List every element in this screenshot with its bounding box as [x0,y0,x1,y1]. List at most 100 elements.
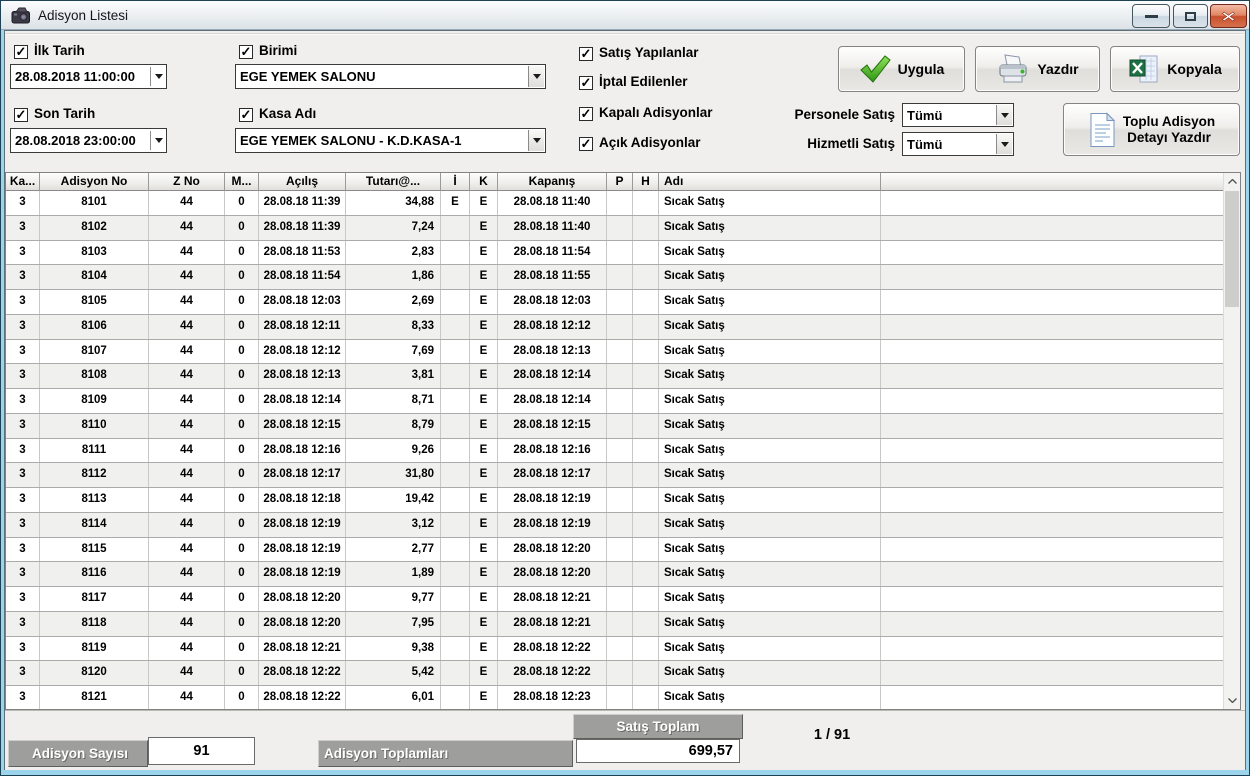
table-cell: 0 [225,241,259,265]
minimize-button[interactable] [1132,4,1170,28]
hizmetli-satis-select[interactable]: Tümü [902,132,1014,156]
table-cell [607,241,633,265]
vertical-scrollbar[interactable] [1223,173,1240,709]
table-cell: 8102 [40,216,149,240]
table-cell: 0 [225,538,259,562]
kopyala-button[interactable]: Kopyala [1110,46,1240,92]
ilk-tarih-select[interactable]: 28.08.2018 11:00:00 [10,64,167,89]
column-header[interactable]: P [607,173,633,191]
son-tarih-checkbox[interactable] [14,108,28,122]
table-row[interactable]: 3810944028.08.18 12:148,71E28.08.18 12:1… [6,389,1223,414]
table-cell: E [470,439,498,463]
table-row[interactable]: 3810144028.08.18 11:3934,88EE28.08.18 11… [6,191,1223,216]
ilk-tarih-checkbox[interactable] [14,45,28,59]
table-cell: E [470,637,498,661]
satis-yapilanlar-checkbox[interactable] [579,47,593,61]
chevron-down-icon[interactable] [996,105,1012,125]
column-header[interactable]: İ [441,173,470,191]
table-cell: 28.08.18 12:20 [498,562,607,586]
table-cell: 0 [225,216,259,240]
table-row[interactable]: 3811044028.08.18 12:158,79E28.08.18 12:1… [6,414,1223,439]
table-cell: 0 [225,513,259,537]
scroll-down-icon[interactable] [1224,692,1240,709]
iptal-edilenler-checkbox[interactable] [579,76,593,90]
table-cell: 8,79 [346,414,441,438]
acik-adisyonlar-checkbox[interactable] [579,137,593,151]
chevron-down-icon[interactable] [996,134,1012,154]
table-row[interactable]: 3812044028.08.18 12:225,42E28.08.18 12:2… [6,661,1223,686]
close-button[interactable] [1210,4,1247,28]
table-row[interactable]: 3810444028.08.18 11:541,86E28.08.18 11:5… [6,265,1223,290]
table-cell: 9,26 [346,439,441,463]
son-tarih-select[interactable]: 28.08.2018 23:00:00 [10,128,167,153]
table-cell: 8118 [40,612,149,636]
table-row[interactable]: 3812144028.08.18 12:226,01E28.08.18 12:2… [6,686,1223,709]
yazdir-button[interactable]: Yazdır [975,46,1100,92]
table-row[interactable]: 3810344028.08.18 11:532,83E28.08.18 11:5… [6,241,1223,266]
table-row[interactable]: 3810844028.08.18 12:133,81E28.08.18 12:1… [6,364,1223,389]
table-row[interactable]: 3811244028.08.18 12:1731,80E28.08.18 12:… [6,463,1223,488]
table-row[interactable]: 3810544028.08.18 12:032,69E28.08.18 12:0… [6,290,1223,315]
titlebar[interactable]: Adisyon Listesi [1,1,1249,30]
column-header[interactable]: Ka... [6,173,40,191]
column-header[interactable]: M... [225,173,259,191]
table-cell: 28.08.18 12:16 [259,439,346,463]
table-cell: 28.08.18 12:21 [498,612,607,636]
table-row[interactable]: 3811444028.08.18 12:193,12E28.08.18 12:1… [6,513,1223,538]
chevron-down-icon[interactable] [528,66,544,87]
toplu-adisyon-detayi-yazdir-button[interactable]: Toplu Adisyon Detayı Yazdır [1063,103,1240,156]
column-header[interactable]: Z No [149,173,225,191]
column-header[interactable]: Açılış [259,173,346,191]
uygula-button[interactable]: Uygula [838,46,965,92]
table-cell [607,637,633,661]
chevron-down-icon[interactable] [150,131,166,150]
table-cell: E [470,612,498,636]
table-row[interactable]: 3811644028.08.18 12:191,89E28.08.18 12:2… [6,562,1223,587]
kasa-adi-select[interactable]: EGE YEMEK SALONU - K.D.KASA-1 [235,128,546,153]
table-row[interactable]: 3810644028.08.18 12:118,33E28.08.18 12:1… [6,315,1223,340]
table-cell [607,191,633,215]
birimi-select[interactable]: EGE YEMEK SALONU [235,64,546,89]
table-cell: E [470,191,498,215]
column-header[interactable]: H [633,173,659,191]
table-row[interactable]: 3811344028.08.18 12:1819,42E28.08.18 12:… [6,488,1223,513]
table-cell: 28.08.18 12:19 [259,538,346,562]
table-cell: 8101 [40,191,149,215]
table-cell: E [470,686,498,709]
table-cell: Sıcak Satış [659,265,881,289]
birimi-checkbox[interactable] [239,45,253,59]
kapali-adisyonlar-checkbox[interactable] [579,107,593,121]
maximize-button[interactable] [1173,4,1208,28]
table-cell: 8109 [40,389,149,413]
column-header[interactable]: Adisyon No [40,173,149,191]
table-row[interactable]: 3810244028.08.18 11:397,24E28.08.18 11:4… [6,216,1223,241]
personele-satis-select[interactable]: Tümü [902,103,1014,127]
table-cell: 3 [6,562,40,586]
table-row[interactable]: 3811544028.08.18 12:192,77E28.08.18 12:2… [6,538,1223,563]
table-row[interactable]: 3811944028.08.18 12:219,38E28.08.18 12:2… [6,637,1223,662]
table-cell: 8110 [40,414,149,438]
table-body: 3810144028.08.18 11:3934,88EE28.08.18 11… [6,191,1223,709]
scrollbar-thumb[interactable] [1225,191,1239,307]
column-header[interactable]: Tutarı@... [346,173,441,191]
ilk-tarih-label: İlk Tarih [34,43,85,58]
scroll-up-icon[interactable] [1224,173,1240,190]
table-cell: 0 [225,439,259,463]
kasa-adi-checkbox[interactable] [239,108,253,122]
table-row[interactable]: 3811144028.08.18 12:169,26E28.08.18 12:1… [6,439,1223,464]
column-header[interactable] [881,173,1223,191]
table-row[interactable]: 3810744028.08.18 12:127,69E28.08.18 12:1… [6,340,1223,365]
table-row[interactable]: 3811744028.08.18 12:209,77E28.08.18 12:2… [6,587,1223,612]
table-cell: E [470,364,498,388]
chevron-down-icon[interactable] [150,67,166,86]
table-cell: 8108 [40,364,149,388]
table-cell [881,538,1223,562]
table-row[interactable]: 3811844028.08.18 12:207,95E28.08.18 12:2… [6,612,1223,637]
column-header[interactable]: K [470,173,498,191]
table-cell: 3 [6,439,40,463]
chevron-down-icon[interactable] [528,130,544,151]
table-cell [441,389,470,413]
table-cell [441,637,470,661]
column-header[interactable]: Kapanış [498,173,607,191]
column-header[interactable]: Adı [659,173,881,191]
